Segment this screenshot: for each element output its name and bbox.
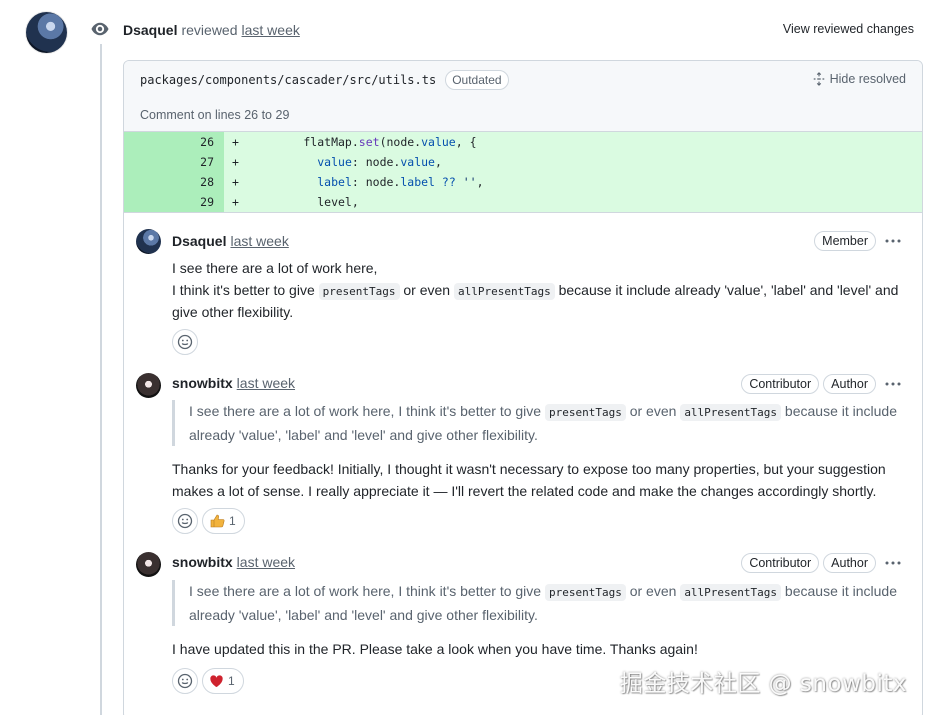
text-segment: I think it's better to give [172,281,315,298]
comment-badges: Member [814,231,906,251]
comment-line: I see there are a lot of work here, [172,260,378,276]
reactions [172,329,198,355]
reaction-count: 1 [229,514,236,528]
diff-code: 26 + flatMap.set(node.value, { 27 + valu… [124,132,922,213]
thread-header: packages/components/cascader/src/utils.t… [124,61,922,99]
text-segment: I see there are a lot of work here, I th… [189,403,542,419]
reactions: 1 [172,508,245,534]
comment-author[interactable]: snowbitx [172,375,233,391]
comment-badges: Contributor Author [741,553,906,573]
line-number: 28 [124,172,224,192]
review-author[interactable]: Dsaquel [123,22,177,38]
inline-code: allPresentTags [680,584,782,601]
thumbs-up-reaction[interactable]: 1 [202,508,245,534]
kebab-menu-icon[interactable] [880,553,906,573]
comment: Dsaquel last week Member I see there are… [124,211,922,361]
text-segment: or even [629,583,677,599]
file-path-link[interactable]: packages/components/cascader/src/utils.t… [140,73,436,87]
smiley-icon [177,673,193,689]
review-time-link[interactable]: last week [242,22,300,38]
diff-sign: + [224,132,248,152]
comment-body: I see there are a lot of work here, I th… [172,258,907,324]
comment-time-link[interactable]: last week [237,375,295,391]
text-segment: or even [403,281,451,298]
code-text: flatMap.set(node.value, { [248,132,922,152]
comment-badges: Contributor Author [741,374,906,394]
eye-icon [90,19,110,39]
inline-code: presentTags [318,282,400,300]
code-text: value: node.value, [248,152,922,172]
line-number: 26 [124,132,224,152]
review-action: reviewed [181,22,238,38]
comment-body: Thanks for your feedback! Initially, I t… [172,461,886,499]
comment: snowbitx last week Contributor Author I … [124,361,922,541]
comment-lines-label: Comment on lines 26 to 29 [124,99,922,132]
member-badge: Member [814,231,876,251]
thumbs-up-icon [210,514,225,528]
blockquote: I see there are a lot of work here, I th… [172,580,907,626]
smiley-icon [177,334,193,350]
diff-line: 29 + level, [124,192,922,212]
smiley-icon [177,513,193,529]
blockquote: I see there are a lot of work here, I th… [172,400,907,446]
comment-header: snowbitx last week [172,373,295,393]
reaction-count: 1 [228,674,235,688]
diff-line: 28 + label: node.label ?? '', [124,172,922,192]
reviewer-avatar[interactable] [26,12,67,53]
text-segment: or even [629,403,677,419]
avatar[interactable] [136,552,161,577]
contributor-badge: Contributor [741,374,820,394]
view-reviewed-changes-link[interactable]: View reviewed changes [783,22,914,36]
text-segment: I see there are a lot of work here, I th… [189,583,542,599]
line-number: 29 [124,192,224,212]
add-reaction-button[interactable] [172,329,198,355]
timeline-line [100,44,102,715]
inline-code: allPresentTags [453,282,555,300]
heart-reaction[interactable]: 1 [202,668,244,694]
kebab-menu-icon[interactable] [880,231,906,251]
contributor-badge: Contributor [741,553,820,573]
comment-time-link[interactable]: last week [230,233,288,249]
line-number: 27 [124,152,224,172]
unfold-icon [813,72,824,86]
inline-code: allPresentTags [680,404,782,421]
author-badge: Author [823,374,876,394]
diff-line: 27 + value: node.value, [124,152,922,172]
code-text: level, [248,192,922,212]
review-thread: packages/components/cascader/src/utils.t… [123,60,923,715]
reactions: 1 [172,668,244,694]
comment-paragraph: I think it's better to give presentTags … [172,280,907,324]
comment-author[interactable]: Dsaquel [172,233,226,249]
comment-header: Dsaquel last week [172,231,289,251]
author-badge: Author [823,553,876,573]
watermark: 掘金技术社区 @ snowbitx [619,671,907,697]
diff-sign: + [224,172,248,192]
diff-sign: + [224,192,248,212]
kebab-menu-icon[interactable] [880,374,906,394]
inline-code: presentTags [544,404,626,421]
review-header: Dsaquel reviewed last week [123,20,300,40]
comment-body: I have updated this in the PR. Please ta… [172,641,698,657]
inline-code: presentTags [544,584,626,601]
add-reaction-button[interactable] [172,668,198,694]
comment-author[interactable]: snowbitx [172,554,233,570]
outdated-badge: Outdated [445,70,509,90]
comment-time-link[interactable]: last week [237,554,295,570]
heart-icon [210,674,223,687]
code-text: label: node.label ?? '', [248,172,922,192]
comment-header: snowbitx last week [172,552,295,572]
add-reaction-button[interactable] [172,508,198,534]
hide-resolved-button[interactable]: Hide resolved [812,72,906,86]
diff-line: 26 + flatMap.set(node.value, { [124,132,922,152]
avatar[interactable] [136,229,161,254]
hide-resolved-label: Hide resolved [829,72,906,86]
diff-sign: + [224,152,248,172]
avatar[interactable] [136,373,161,398]
